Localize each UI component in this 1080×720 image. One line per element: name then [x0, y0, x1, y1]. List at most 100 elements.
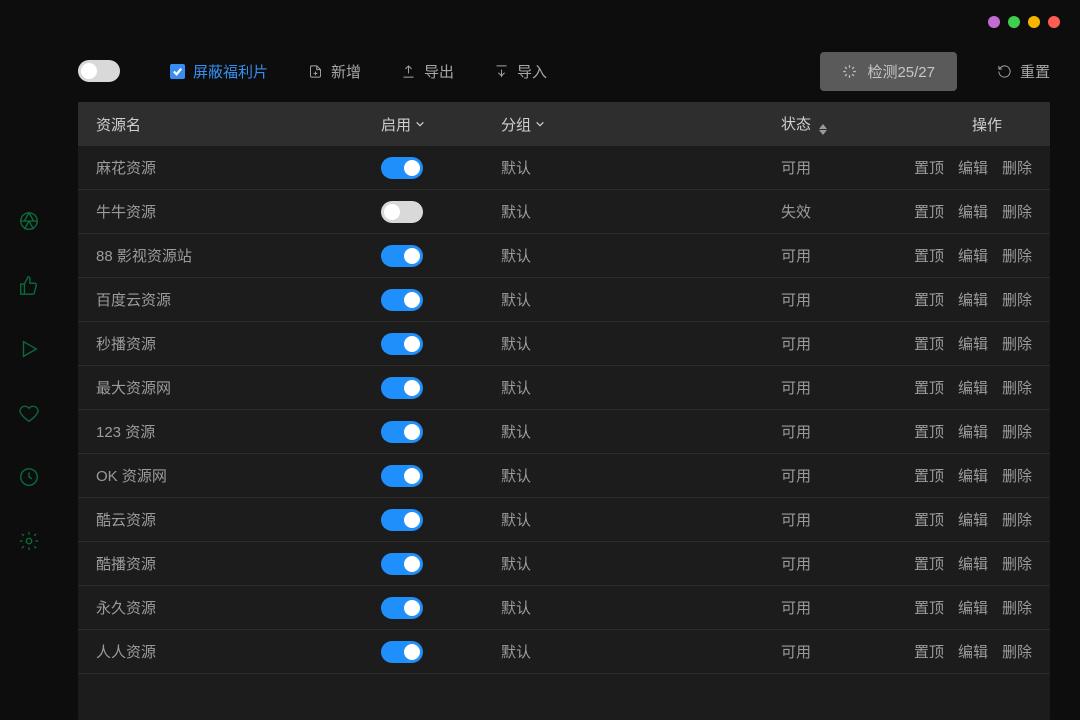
ops-cell: 置顶编辑删除 [911, 509, 1032, 530]
op-edit[interactable]: 编辑 [958, 333, 988, 354]
status-cell: 失效 [781, 201, 911, 222]
op-delete[interactable]: 删除 [1002, 333, 1032, 354]
table-row: 最大资源网默认可用置顶编辑删除 [78, 366, 1050, 410]
group-cell: 默认 [501, 289, 781, 310]
enable-toggle[interactable] [381, 201, 423, 223]
op-top[interactable]: 置顶 [914, 289, 944, 310]
op-delete[interactable]: 删除 [1002, 641, 1032, 662]
group-cell: 默认 [501, 597, 781, 618]
op-top[interactable]: 置顶 [914, 641, 944, 662]
export-button[interactable]: 导出 [401, 61, 454, 82]
group-cell: 默认 [501, 553, 781, 574]
op-edit[interactable]: 编辑 [958, 245, 988, 266]
table-row: 百度云资源默认可用置顶编辑删除 [78, 278, 1050, 322]
op-delete[interactable]: 删除 [1002, 465, 1032, 486]
op-top[interactable]: 置顶 [914, 421, 944, 442]
header-name[interactable]: 资源名 [96, 114, 381, 135]
window-dot-red[interactable] [1048, 16, 1060, 28]
op-top[interactable]: 置顶 [914, 509, 944, 530]
header-enable[interactable]: 启用 [381, 114, 501, 135]
window-dot-yellow[interactable] [1028, 16, 1040, 28]
enable-cell [381, 245, 501, 267]
enable-toggle[interactable] [381, 157, 423, 179]
add-button[interactable]: 新增 [308, 61, 361, 82]
enable-toggle[interactable] [381, 289, 423, 311]
resource-name: OK 资源网 [96, 465, 381, 486]
nav-clock-icon[interactable] [18, 466, 40, 488]
nav-heart-icon[interactable] [18, 402, 40, 424]
enable-toggle[interactable] [381, 597, 423, 619]
nav-thumbs-up-icon[interactable] [18, 274, 40, 296]
op-edit[interactable]: 编辑 [958, 597, 988, 618]
window-dot-purple[interactable] [988, 16, 1000, 28]
ops-cell: 置顶编辑删除 [911, 333, 1032, 354]
export-icon [401, 64, 416, 79]
enable-toggle[interactable] [381, 421, 423, 443]
reset-button[interactable]: 重置 [997, 61, 1050, 82]
op-top[interactable]: 置顶 [914, 333, 944, 354]
add-label: 新增 [331, 61, 361, 82]
header-status[interactable]: 状态 [781, 113, 911, 135]
op-delete[interactable]: 删除 [1002, 377, 1032, 398]
detect-button[interactable]: 检测25/27 [820, 52, 957, 91]
import-label: 导入 [517, 61, 547, 82]
op-edit[interactable]: 编辑 [958, 377, 988, 398]
group-cell: 默认 [501, 245, 781, 266]
op-top[interactable]: 置顶 [914, 553, 944, 574]
op-edit[interactable]: 编辑 [958, 553, 988, 574]
header-group[interactable]: 分组 [501, 114, 781, 135]
ops-cell: 置顶编辑删除 [911, 289, 1032, 310]
ops-cell: 置顶编辑删除 [911, 641, 1032, 662]
master-toggle[interactable] [78, 60, 120, 82]
op-delete[interactable]: 删除 [1002, 157, 1032, 178]
reset-label: 重置 [1020, 61, 1050, 82]
op-delete[interactable]: 删除 [1002, 245, 1032, 266]
op-delete[interactable]: 删除 [1002, 509, 1032, 530]
table-row: 88 影视资源站默认可用置顶编辑删除 [78, 234, 1050, 278]
window-dot-green[interactable] [1008, 16, 1020, 28]
status-cell: 可用 [781, 333, 911, 354]
nav-play-icon[interactable] [18, 338, 40, 360]
op-top[interactable]: 置顶 [914, 201, 944, 222]
import-button[interactable]: 导入 [494, 61, 547, 82]
op-edit[interactable]: 编辑 [958, 509, 988, 530]
op-edit[interactable]: 编辑 [958, 465, 988, 486]
op-edit[interactable]: 编辑 [958, 157, 988, 178]
sort-icon [819, 124, 827, 135]
nav-gear-icon[interactable] [18, 530, 40, 552]
group-cell: 默认 [501, 509, 781, 530]
ops-cell: 置顶编辑删除 [911, 377, 1032, 398]
enable-toggle[interactable] [381, 553, 423, 575]
enable-cell [381, 641, 501, 663]
op-edit[interactable]: 编辑 [958, 289, 988, 310]
op-delete[interactable]: 删除 [1002, 553, 1032, 574]
enable-toggle[interactable] [381, 641, 423, 663]
enable-toggle[interactable] [381, 245, 423, 267]
resource-name: 最大资源网 [96, 377, 381, 398]
op-top[interactable]: 置顶 [914, 245, 944, 266]
shield-checkbox[interactable]: 屏蔽福利片 [170, 61, 268, 82]
op-delete[interactable]: 删除 [1002, 289, 1032, 310]
op-delete[interactable]: 删除 [1002, 201, 1032, 222]
op-delete[interactable]: 删除 [1002, 597, 1032, 618]
op-delete[interactable]: 删除 [1002, 421, 1032, 442]
ops-cell: 置顶编辑删除 [911, 597, 1032, 618]
chevron-down-icon [415, 119, 425, 129]
enable-toggle[interactable] [381, 509, 423, 531]
op-edit[interactable]: 编辑 [958, 421, 988, 442]
group-cell: 默认 [501, 465, 781, 486]
status-cell: 可用 [781, 597, 911, 618]
op-top[interactable]: 置顶 [914, 377, 944, 398]
op-edit[interactable]: 编辑 [958, 201, 988, 222]
nav-aperture-icon[interactable] [18, 210, 40, 232]
op-top[interactable]: 置顶 [914, 465, 944, 486]
resource-table: 资源名 启用 分组 状态 操作 麻花资源默认可用置顶编辑删除牛牛资源默认失效置顶… [78, 102, 1050, 720]
op-top[interactable]: 置顶 [914, 157, 944, 178]
op-top[interactable]: 置顶 [914, 597, 944, 618]
enable-cell [381, 377, 501, 399]
enable-toggle[interactable] [381, 333, 423, 355]
enable-toggle[interactable] [381, 377, 423, 399]
detect-label: 检测25/27 [867, 61, 935, 82]
op-edit[interactable]: 编辑 [958, 641, 988, 662]
enable-toggle[interactable] [381, 465, 423, 487]
